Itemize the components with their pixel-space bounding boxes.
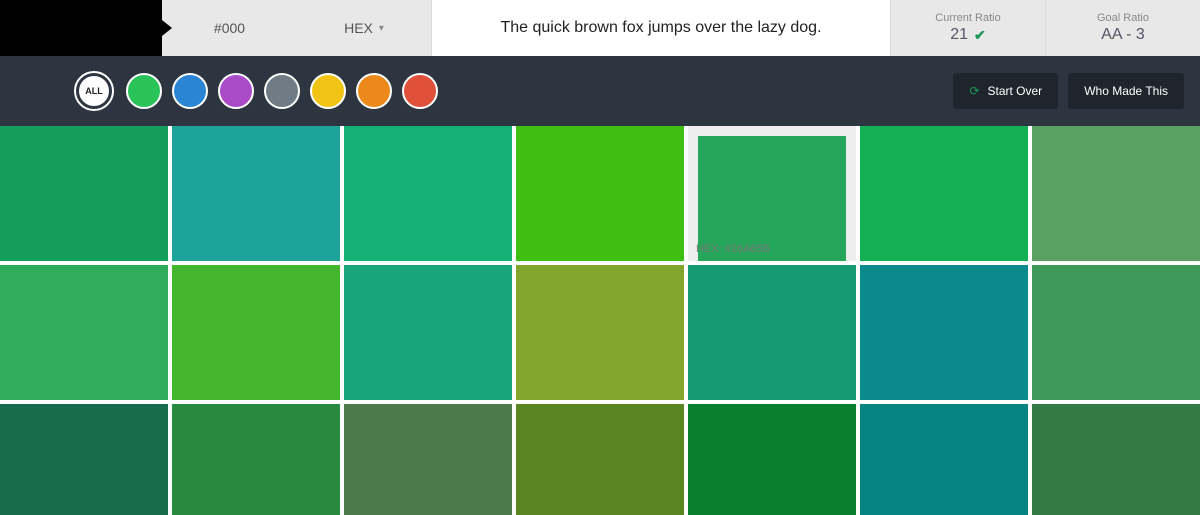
start-over-button[interactable]: ⟳ Start Over [953,73,1058,109]
who-made-this-button[interactable]: Who Made This [1068,73,1184,109]
color-swatch[interactable] [860,404,1028,515]
filter-dots [126,73,438,109]
color-swatch[interactable] [172,404,340,515]
swatch-hex-label: HEX: #26A65B [696,243,770,255]
goal-ratio-value: AA - 3 [1101,26,1145,44]
color-swatch[interactable] [860,265,1028,400]
filter-dot-3[interactable] [264,73,300,109]
color-swatch[interactable] [1032,265,1200,400]
hex-value: #000 [214,20,245,36]
color-swatch[interactable] [0,126,168,261]
filter-all-button[interactable]: ALL [76,73,112,109]
color-swatch[interactable] [172,265,340,400]
sample-text: The quick brown fox jumps over the lazy … [500,19,821,37]
sample-text-input[interactable]: The quick brown fox jumps over the lazy … [432,0,890,56]
current-ratio-panel: Current Ratio 21 ✔ [890,0,1045,56]
top-toolbar: #000 HEX ▾ The quick brown fox jumps ove… [0,0,1200,56]
goal-ratio-panel[interactable]: Goal Ratio AA - 3 [1045,0,1200,56]
format-select[interactable]: HEX ▾ [297,0,432,56]
color-swatch[interactable] [516,265,684,400]
filter-dot-6[interactable] [402,73,438,109]
chevron-down-icon: ▾ [379,23,384,34]
color-swatch[interactable] [516,126,684,261]
color-swatch[interactable] [0,404,168,515]
color-preview-swatch[interactable] [0,0,162,56]
who-made-label: Who Made This [1084,84,1168,98]
color-swatch[interactable]: HEX: #26A65B [688,126,856,261]
color-swatch[interactable] [344,126,512,261]
color-swatch[interactable] [344,265,512,400]
color-swatch[interactable] [1032,126,1200,261]
filter-dot-0[interactable] [126,73,162,109]
hex-input[interactable]: #000 [162,0,297,56]
goal-ratio-label: Goal Ratio [1097,12,1149,24]
filter-dot-2[interactable] [218,73,254,109]
current-ratio-value: 21 [950,26,968,44]
color-swatch[interactable] [516,404,684,515]
color-swatch[interactable] [860,126,1028,261]
color-swatch[interactable] [1032,404,1200,515]
color-grid: HEX: #26A65B [0,126,1200,515]
current-ratio-label: Current Ratio [935,12,1000,24]
color-swatch[interactable] [688,265,856,400]
filter-dot-4[interactable] [310,73,346,109]
start-over-label: Start Over [988,84,1043,98]
filter-all-label: ALL [85,86,103,96]
filter-bar: ALL ⟳ Start Over Who Made This [0,56,1200,126]
check-icon: ✔ [974,27,986,44]
color-swatch[interactable] [344,404,512,515]
color-swatch[interactable] [172,126,340,261]
filter-dot-1[interactable] [172,73,208,109]
format-label: HEX [344,20,373,36]
color-swatch[interactable] [688,404,856,515]
refresh-icon: ⟳ [969,84,979,98]
filter-dot-5[interactable] [356,73,392,109]
color-swatch[interactable] [0,265,168,400]
